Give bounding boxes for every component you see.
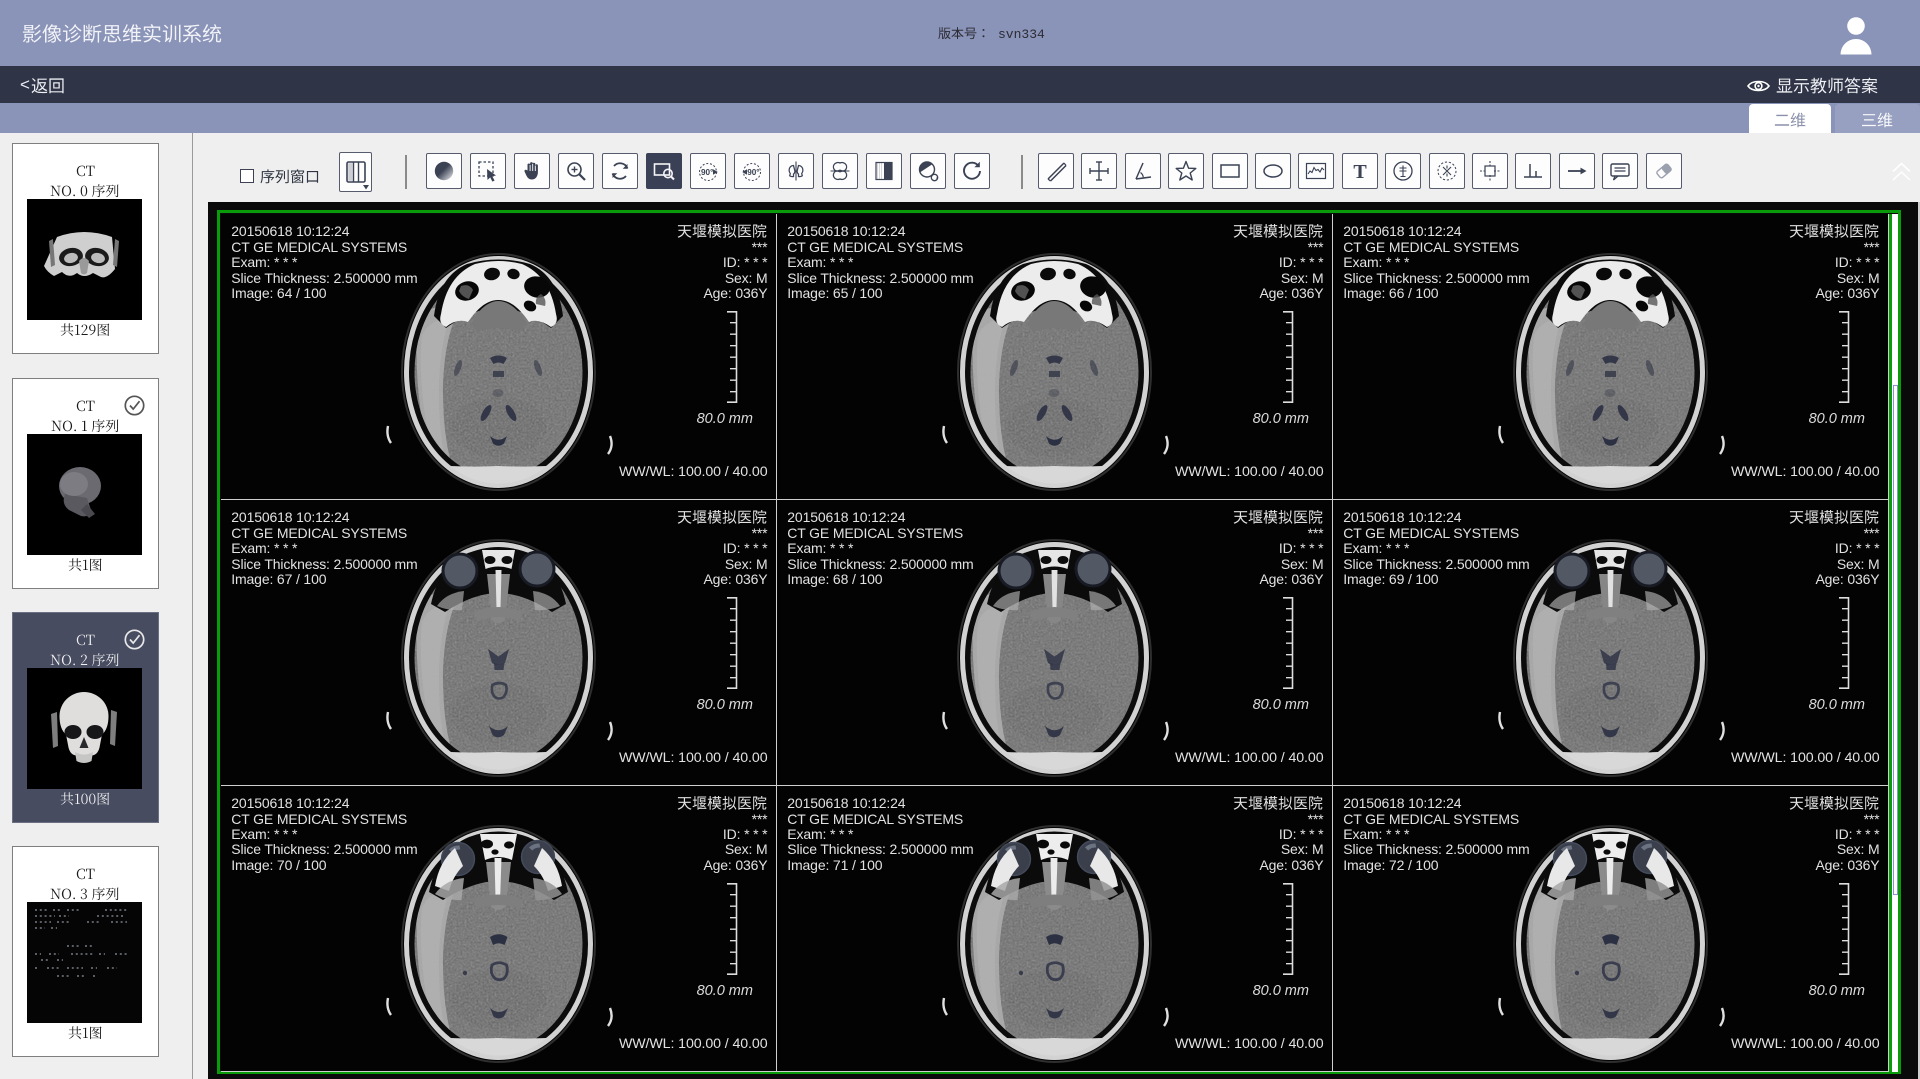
svg-text:90°: 90° [701,168,713,177]
svg-text:90°: 90° [747,168,759,177]
svg-text:T: T [1353,161,1367,183]
